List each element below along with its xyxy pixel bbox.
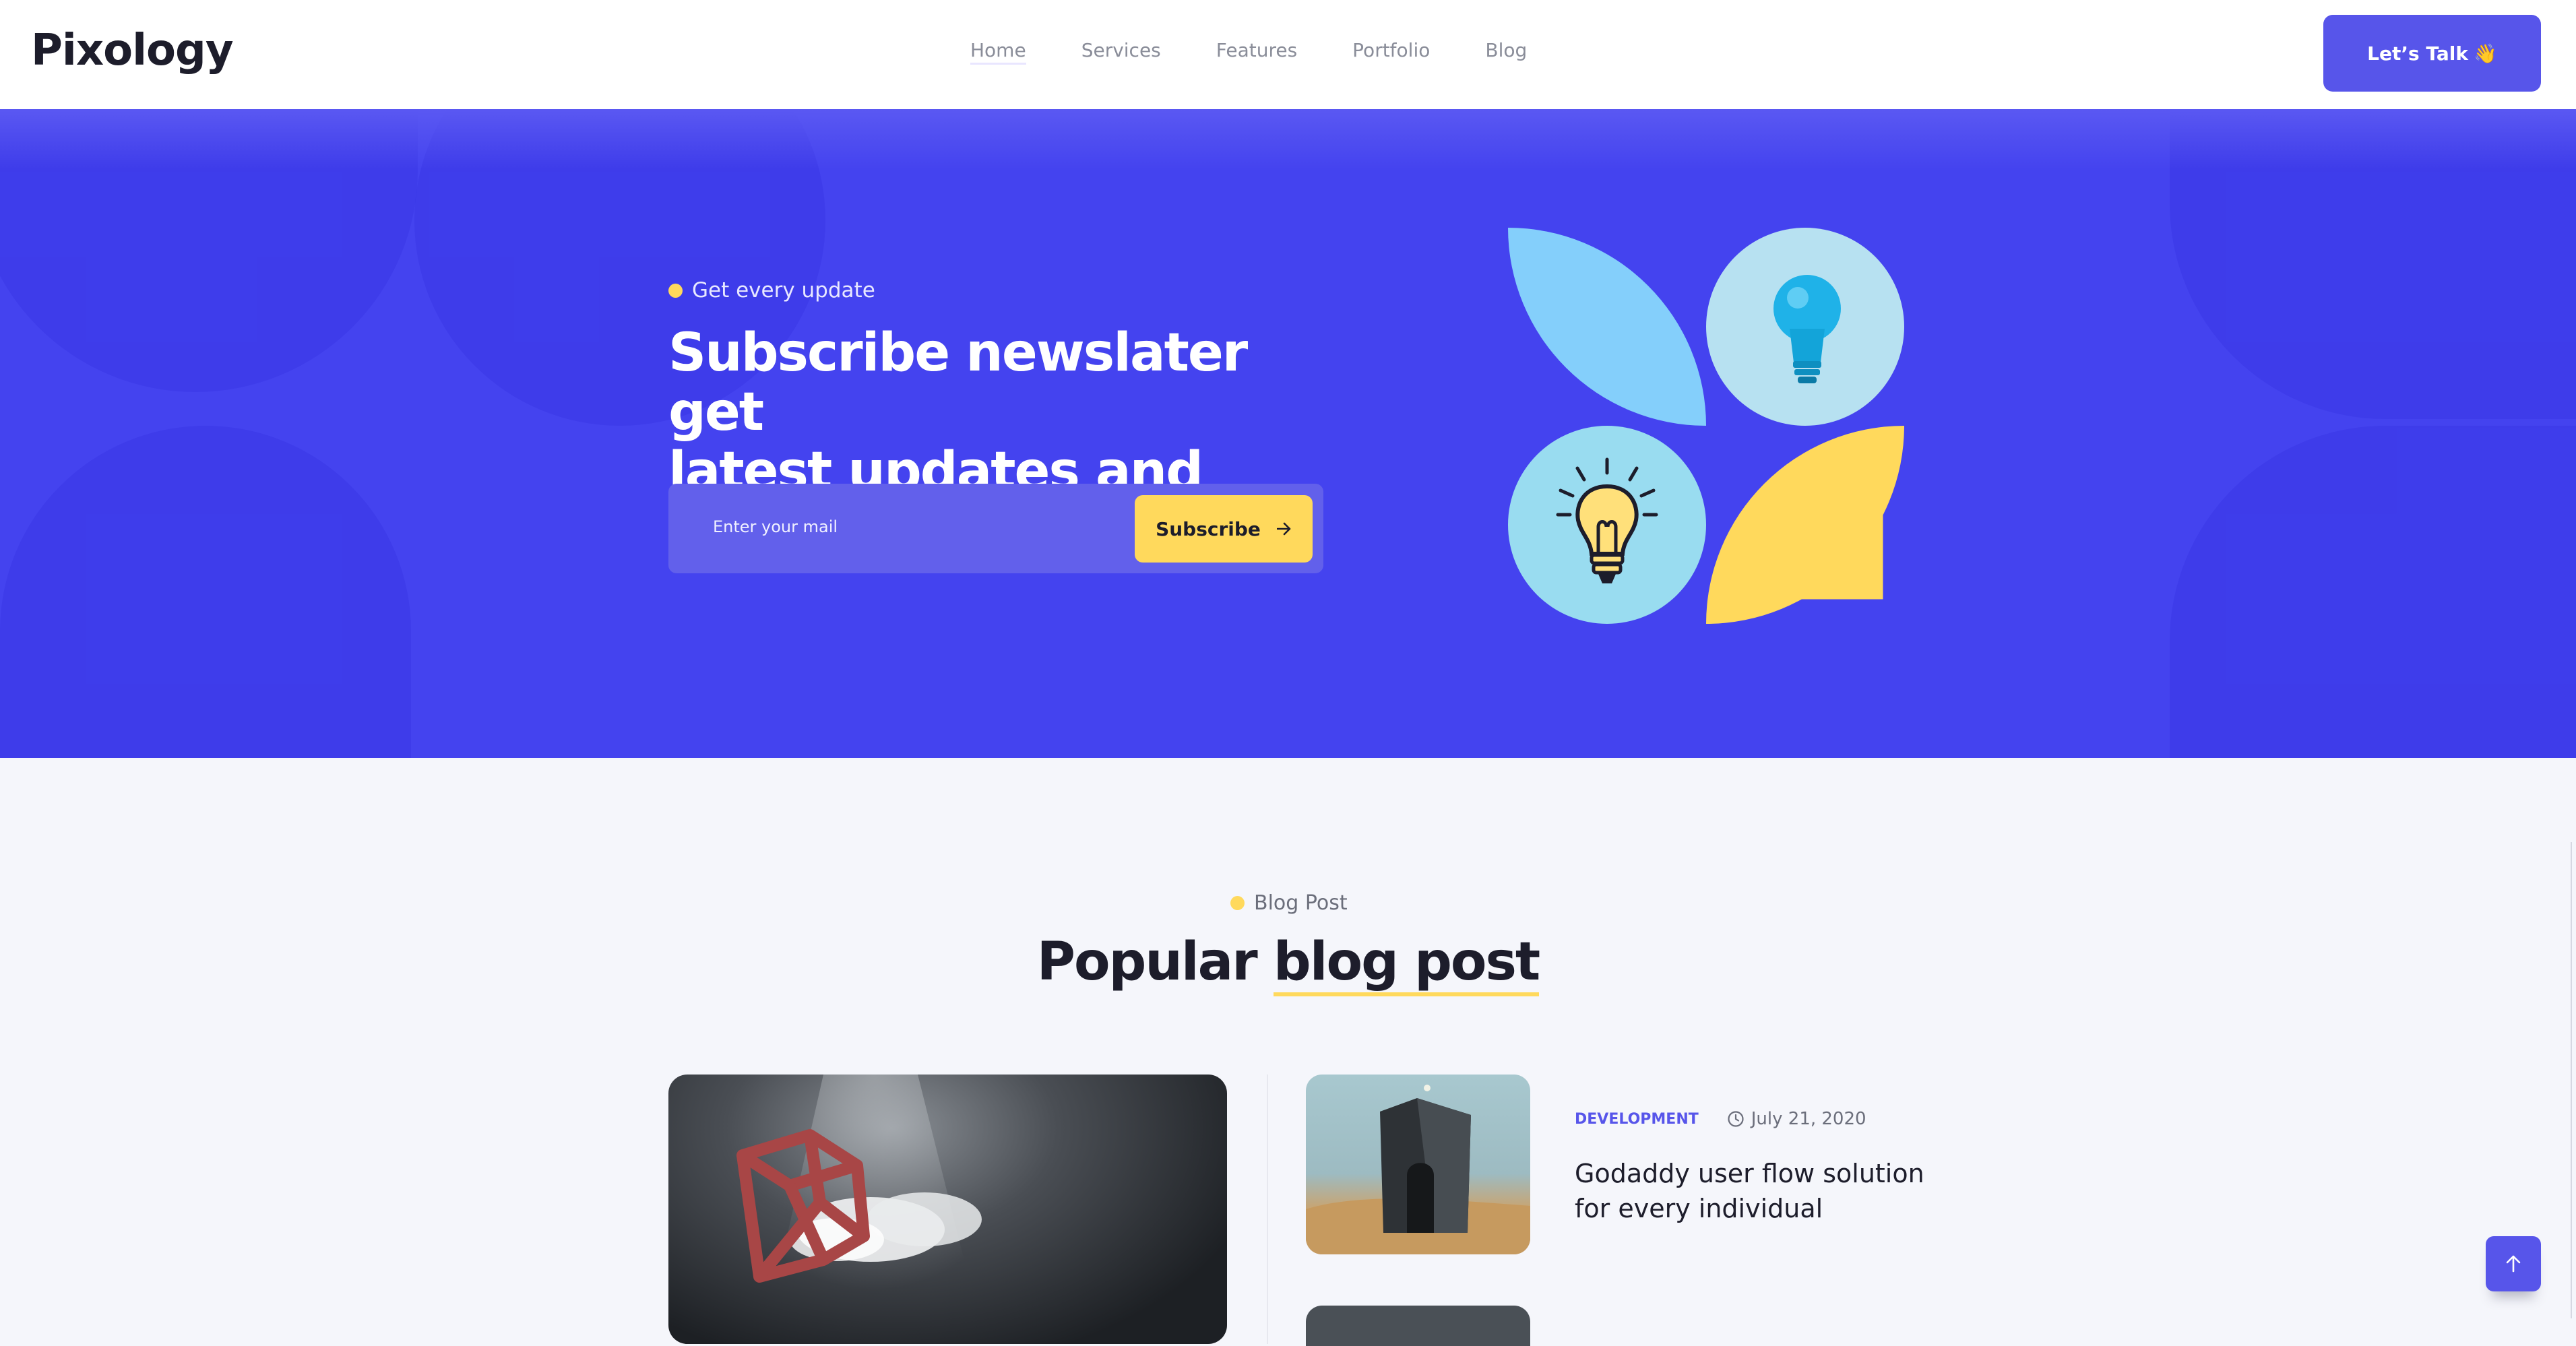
nav-link-home[interactable]: Home — [970, 39, 1026, 65]
post-category[interactable]: DEVELOPMENT — [1575, 1111, 1699, 1128]
blog-heading-plain: Popular — [1036, 932, 1274, 992]
post-meta: DEVELOPMENT July 21, 2020 — [1575, 1109, 1866, 1129]
dot-icon — [1230, 896, 1245, 910]
waving-hand-icon: 👋 — [2474, 42, 2497, 65]
nav-link-features[interactable]: Features — [1216, 39, 1297, 65]
arrow-right-icon — [1276, 518, 1292, 540]
lets-talk-label: Let’s Talk — [2367, 42, 2468, 65]
blue-petal-shape — [1508, 228, 1706, 426]
sketch-bulb-circle — [1508, 426, 1706, 624]
post-date: July 21, 2020 — [1727, 1109, 1866, 1129]
subscribe-form: Enter your mail Subscribe — [668, 484, 1323, 573]
blue-bulb-circle — [1706, 228, 1904, 426]
post-date-text: July 21, 2020 — [1751, 1109, 1866, 1129]
blog-heading: Popular blog post — [0, 932, 2576, 996]
ideas-illustration — [1508, 228, 1904, 624]
blog-heading-highlight: blog post — [1273, 932, 1540, 996]
newsletter-hero: Get every update Subscribe newslater get… — [0, 109, 2576, 758]
nav-link-portfolio[interactable]: Portfolio — [1352, 39, 1430, 65]
nav-link-services[interactable]: Services — [1081, 39, 1161, 65]
scroll-to-top-button[interactable] — [2486, 1236, 2541, 1291]
floating-cube-illustration — [736, 1075, 985, 1344]
site-logo[interactable]: Pixology — [31, 26, 234, 75]
email-input[interactable]: Enter your mail — [713, 517, 838, 536]
scrollbar[interactable] — [2571, 842, 2576, 1318]
idea-bulb-icon — [1556, 457, 1658, 583]
post-thumbnail[interactable] — [1306, 1306, 1530, 1346]
bg-shape — [2170, 426, 2576, 758]
title-line-1: Subscribe newslater get — [668, 323, 1248, 443]
main-nav: Home Services Features Portfolio Blog — [970, 39, 1582, 65]
subscribe-label: Subscribe — [1156, 517, 1261, 540]
blog-label-text: Blog Post — [1254, 891, 1348, 915]
site-header: Pixology Home Services Features Portfoli… — [0, 0, 2576, 109]
post-title[interactable]: Godaddy user flow solution for every ind… — [1575, 1156, 1925, 1226]
column-divider — [1267, 1075, 1268, 1344]
stone-arch-illustration — [1306, 1085, 1530, 1254]
eyebrow-text: Get every update — [692, 278, 875, 302]
light-bulb-icon — [1773, 275, 1841, 383]
newsletter-eyebrow: Get every update — [668, 278, 875, 302]
dot-icon — [668, 283, 683, 298]
subscribe-button[interactable]: Subscribe — [1135, 495, 1313, 563]
bg-shape — [0, 426, 411, 758]
hero-top-shade — [0, 109, 2576, 170]
post-thumbnail[interactable] — [1306, 1075, 1530, 1254]
arrow-up-icon — [2506, 1255, 2521, 1273]
featured-post-image[interactable] — [668, 1075, 1227, 1344]
clock-icon — [1728, 1111, 1744, 1127]
blog-section-label: Blog Post — [1230, 891, 1348, 915]
nav-link-blog[interactable]: Blog — [1485, 39, 1527, 65]
yellow-petal-shape — [1706, 426, 1904, 624]
lets-talk-button[interactable]: Let’s Talk 👋 — [2323, 15, 2541, 92]
